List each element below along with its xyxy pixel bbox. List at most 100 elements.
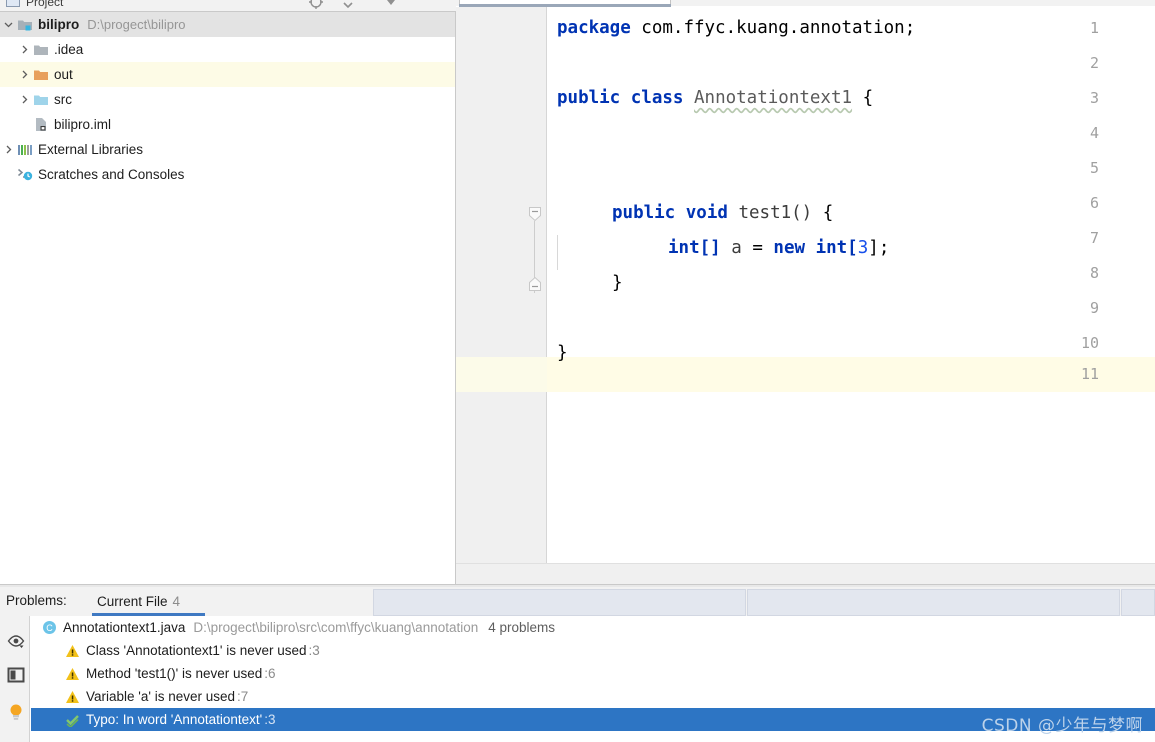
project-tree[interactable]: bilipro D:\progect\bilipro .idea out src… <box>0 12 456 584</box>
tree-item-bilipro-iml[interactable]: bilipro.iml <box>0 112 455 137</box>
lightbulb-icon[interactable] <box>5 701 27 723</box>
token-brace: { <box>822 203 834 223</box>
token-variable: a <box>731 238 742 258</box>
tree-item-external-libraries[interactable]: External Libraries <box>0 137 455 162</box>
problem-line: :3 <box>308 643 320 658</box>
code-line-8: } <box>612 266 623 301</box>
token-number: 3 <box>857 238 869 258</box>
warning-icon <box>64 690 81 704</box>
tab-current-file[interactable]: Current File 4 <box>97 587 180 616</box>
folder-orange-icon <box>32 68 50 82</box>
problem-line: :7 <box>237 689 249 704</box>
problems-file-name: Annotationtext1.java <box>63 620 186 635</box>
tree-item-label: .idea <box>54 41 84 57</box>
libraries-icon <box>16 143 34 157</box>
tree-item-scratches-and-consoles[interactable]: Scratches and Consoles <box>0 162 455 187</box>
problem-item[interactable]: Variable 'a' is never used :7 <box>31 685 1155 708</box>
tree-item-label: External Libraries <box>38 141 144 157</box>
toolwindow-strip-1[interactable] <box>373 589 746 616</box>
token-brace: } <box>557 343 568 363</box>
code-line-3: public class Annotationtext1 { <box>557 81 873 116</box>
token-keyword: public <box>557 88 621 108</box>
token-operator: = <box>752 238 763 258</box>
code-line-7: int[] a = new int[3]; <box>668 231 889 266</box>
chevron-right-icon[interactable] <box>16 42 32 58</box>
current-line-gutter-highlight <box>456 357 547 392</box>
token-type: int[ <box>815 238 858 258</box>
tab-current-file-count: 4 <box>172 594 181 609</box>
token-type: int[] <box>668 238 721 258</box>
view-layout-icon[interactable] <box>5 664 27 686</box>
chevron-down-icon[interactable] <box>0 17 16 33</box>
tree-item-bilipro[interactable]: bilipro D:\progect\bilipro <box>0 12 455 37</box>
token-brace: } <box>612 273 623 293</box>
token-class-name: Annotationtext1 <box>694 88 853 108</box>
toolwindow-strip-2[interactable] <box>747 589 1120 616</box>
code-line-6: public void test1() { <box>612 196 833 231</box>
tree-item-label: Scratches and Consoles <box>38 166 185 182</box>
token-keyword: public <box>612 203 676 223</box>
tree-item-idea[interactable]: .idea <box>0 37 455 62</box>
token-keyword: package <box>557 18 631 38</box>
problems-file-row[interactable]: C Annotationtext1.java D:\progect\bilipr… <box>31 616 1155 639</box>
problem-text: Typo: In word 'Annotationtext' <box>86 712 263 727</box>
problems-file-count: 4 problems <box>488 620 556 635</box>
token-keyword: new <box>773 238 806 258</box>
code-line-1: package com.ffyc.kuang.annotation; <box>557 11 915 46</box>
token-package-path: com.ffyc.kuang.annotation; <box>630 18 916 38</box>
watermark: CSDN @少年与梦啊 <box>981 716 1143 736</box>
code-line-10: } <box>557 336 568 371</box>
project-toolwindow-label: Project <box>26 0 64 9</box>
editor-body[interactable]: 1 2 3 4 5 6 7 8 9 10 11 package com.ffyc… <box>456 7 1155 584</box>
tree-item-src[interactable]: src <box>0 87 455 112</box>
tree-item-label: bilipro.iml <box>54 116 112 132</box>
ide-window: Project bilipro D:\progect\bilipro .idea… <box>0 0 1155 742</box>
tree-item-path: D:\progect\bilipro <box>87 17 186 32</box>
fold-end-icon[interactable] <box>528 276 542 291</box>
problem-text: Variable 'a' is never used <box>86 689 235 704</box>
project-toolwindow-header: Project <box>0 0 456 12</box>
problem-text: Class 'Annotationtext1' is never used <box>86 643 307 658</box>
fold-collapse-icon[interactable] <box>528 206 542 222</box>
tree-item-label: out <box>54 66 73 82</box>
problem-line: :6 <box>264 666 276 681</box>
chevron-right-icon[interactable] <box>0 142 16 158</box>
module-folder-icon <box>16 18 34 32</box>
editor-bottom-strip <box>456 563 1155 584</box>
settings-chevron-icon[interactable] <box>383 0 399 10</box>
scratches-icon <box>16 167 34 182</box>
code-text[interactable]: package com.ffyc.kuang.annotation; publi… <box>547 7 1155 563</box>
tab-current-file-label: Current File <box>97 594 168 609</box>
problems-side-toolbar[interactable] <box>0 616 30 742</box>
token-tail: ]; <box>868 238 890 258</box>
svg-text:C: C <box>46 623 53 633</box>
problem-text: Method 'test1()' is never used <box>86 666 263 681</box>
token-brace: { <box>862 88 874 108</box>
token-method-name: test1() <box>738 203 813 223</box>
chevron-right-icon[interactable] <box>16 92 32 108</box>
toolwindow-strip-3[interactable] <box>1121 589 1155 616</box>
project-toolwindow-icon <box>6 0 20 7</box>
locate-icon[interactable] <box>308 0 324 10</box>
iml-file-icon <box>32 117 50 132</box>
tree-item-out[interactable]: out <box>0 62 455 87</box>
folder-grey-icon <box>32 43 50 57</box>
problem-line: :3 <box>264 712 276 727</box>
chevron-right-icon[interactable] <box>16 67 32 83</box>
problem-item[interactable]: Method 'test1()' is never used :6 <box>31 662 1155 685</box>
warning-icon <box>64 667 81 681</box>
typo-icon <box>64 713 81 727</box>
editor-area: Annotationtext1.java <box>456 0 1155 584</box>
problems-file-path: D:\progect\bilipro\src\com\ffyc\kuang\an… <box>193 620 479 635</box>
tree-item-label: bilipro <box>38 16 80 32</box>
tree-item-label: src <box>54 91 72 107</box>
collapse-all-icon[interactable] <box>340 0 356 10</box>
problems-title: Problems: <box>6 593 67 608</box>
token-keyword: void <box>685 203 728 223</box>
folder-blue-icon <box>32 93 50 107</box>
problem-item[interactable]: Class 'Annotationtext1' is never used :3 <box>31 639 1155 662</box>
java-class-icon: C <box>41 620 58 635</box>
eye-filter-icon[interactable] <box>5 631 27 653</box>
editor-tab-strip: Annotationtext1.java <box>456 0 1155 7</box>
warning-icon <box>64 644 81 658</box>
